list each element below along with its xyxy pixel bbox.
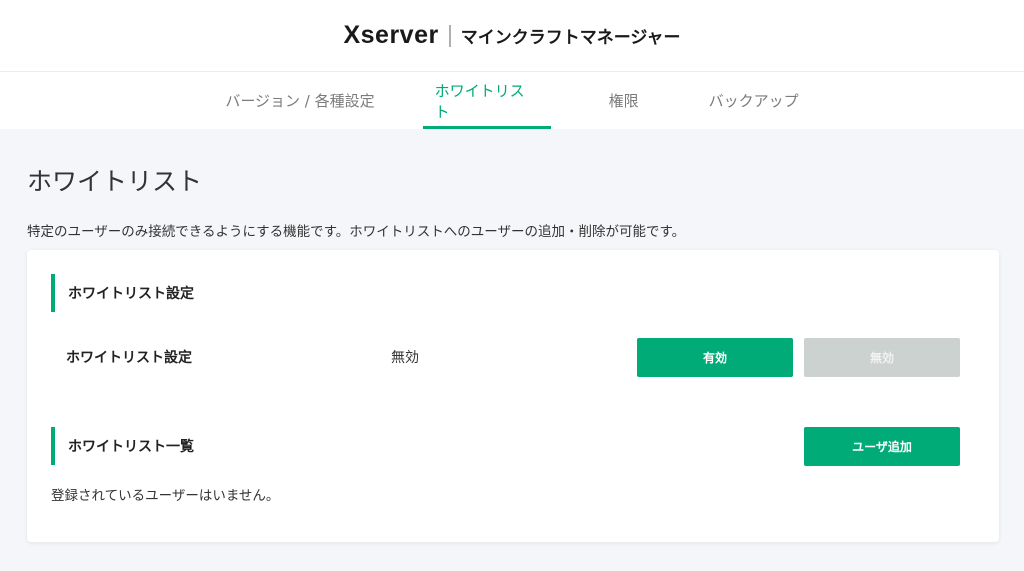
product-name: マインクラフトマネージャー	[460, 28, 681, 48]
tab-version-settings[interactable]: バージョン / 各種設定	[213, 72, 386, 129]
brand[interactable]: Xserver マインクラフトマネージャー	[343, 21, 680, 50]
page-description: 特定のユーザーのみ接続できるようにする機能です。ホワイトリストへのユーザーの追加…	[27, 224, 686, 240]
app-header: Xserver マインクラフトマネージャー	[0, 0, 1024, 72]
xserver-logo: Xserver	[343, 21, 439, 49]
tab-backup[interactable]: バックアップ	[697, 72, 811, 129]
main-content: ホワイトリスト 特定のユーザーのみ接続できるようにする機能です。ホワイトリストへ…	[27, 129, 999, 542]
brand-divider	[448, 24, 451, 47]
tab-whitelist[interactable]: ホワイトリスト	[422, 72, 551, 129]
disable-button: 無効	[804, 338, 960, 377]
page-title: ホワイトリスト	[27, 167, 203, 196]
whitelist-setting-label: ホワイトリスト設定	[66, 350, 192, 366]
whitelist-status-value: 無効	[391, 350, 419, 366]
enable-button[interactable]: 有効	[637, 338, 793, 377]
add-user-button[interactable]: ユーザ追加	[804, 427, 960, 466]
whitelist-card: ホワイトリスト設定 ホワイトリスト設定 無効 有効 無効 ホワイトリスト一覧 ユ…	[27, 250, 999, 542]
settings-section-heading: ホワイトリスト設定	[51, 274, 194, 312]
tab-permissions[interactable]: 権限	[597, 72, 651, 129]
tab-bar: バージョン / 各種設定 ホワイトリスト 権限 バックアップ	[0, 72, 1024, 129]
empty-list-message: 登録されているユーザーはいません。	[51, 488, 280, 504]
list-section-heading: ホワイトリスト一覧	[51, 427, 194, 465]
